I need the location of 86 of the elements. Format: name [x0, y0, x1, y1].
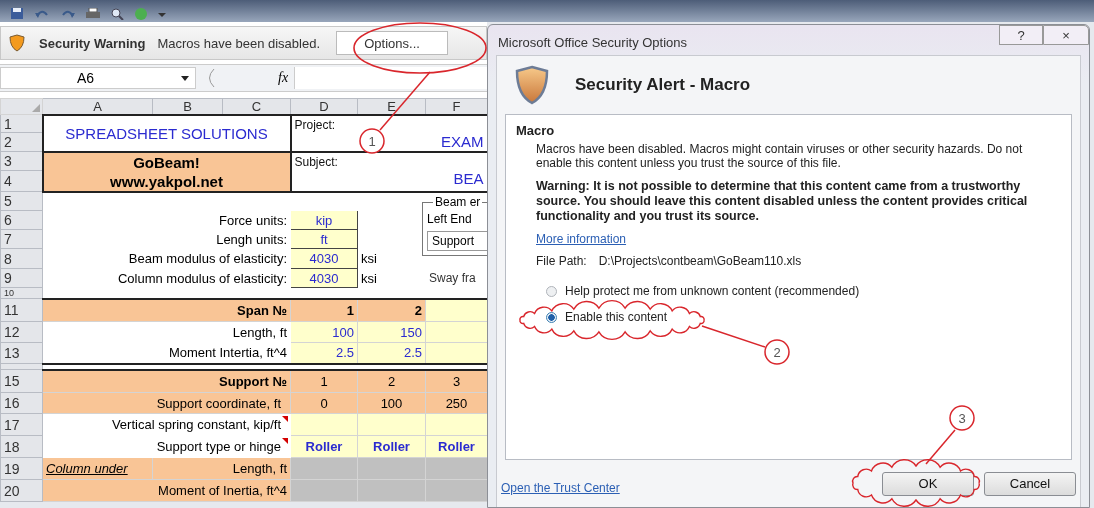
- span-header: Span №: [237, 302, 287, 318]
- unit-label: Column modulus of elasticity:: [117, 270, 287, 286]
- row-header[interactable]: 11: [0, 298, 43, 322]
- file-path: D:\Projects\contbeam\GoBeam110.xls: [598, 254, 802, 268]
- options-button[interactable]: Options...: [336, 31, 449, 55]
- website-url: www.yakpol.net: [109, 171, 224, 190]
- security-warning-title: Security Warning: [39, 35, 146, 51]
- function-label[interactable]: fx: [278, 70, 289, 86]
- column-header[interactable]: E: [357, 98, 426, 115]
- caret-icon[interactable]: [181, 75, 189, 81]
- more-information-link[interactable]: More information: [536, 232, 627, 246]
- sway-label: Sway fra: [429, 271, 476, 285]
- security-warning-message: Macros have been disabled.: [157, 35, 321, 51]
- cancel-button[interactable]: Cancel: [984, 471, 1076, 496]
- section-title: Macro: [516, 123, 556, 138]
- table-cell: [425, 298, 488, 322]
- project-name: EXAM: [441, 133, 484, 150]
- table-cell: 2: [357, 298, 426, 322]
- row-label: Support type or hinge: [156, 439, 281, 454]
- shield-icon: [515, 65, 549, 105]
- redo-icon[interactable]: [60, 8, 76, 20]
- column-header[interactable]: A: [42, 98, 153, 115]
- row-header[interactable]: 3: [0, 151, 43, 171]
- row-header[interactable]: 4: [0, 171, 43, 192]
- row-label: Moment Intertia, ft^4: [168, 345, 287, 361]
- step-number-marker: 1: [359, 128, 385, 154]
- shield-icon: [9, 34, 25, 52]
- row-label: Length, ft: [232, 324, 287, 340]
- row-header[interactable]: 15: [0, 369, 43, 393]
- leader-line: [701, 325, 766, 348]
- row-header[interactable]: 8: [0, 248, 43, 269]
- description-text: Macros have been disabled. Macros might contain viruses or other security hazards. Do not enable this content unless you trust the source of this file.: [536, 142, 1024, 170]
- undo-icon[interactable]: [34, 8, 50, 20]
- name-box[interactable]: A6: [0, 67, 196, 89]
- row-header[interactable]: 17: [0, 413, 43, 436]
- step-number-marker: 3: [949, 405, 975, 431]
- row-header[interactable]: 18: [0, 435, 43, 458]
- subject-name: BEA: [453, 170, 484, 188]
- table-cell: 1: [290, 298, 358, 322]
- table-cell: 2: [357, 369, 426, 393]
- unit-label: Force units:: [219, 212, 287, 228]
- unit-label: Lengh units:: [216, 231, 287, 247]
- row-header[interactable]: 12: [0, 321, 43, 343]
- project-label: Project:: [294, 118, 336, 134]
- row-header[interactable]: 13: [0, 342, 43, 364]
- save-icon[interactable]: [10, 8, 24, 20]
- ok-button[interactable]: OK: [882, 471, 974, 496]
- printer-icon[interactable]: [86, 8, 100, 20]
- trust-center-link[interactable]: Open the Trust Center: [501, 480, 620, 495]
- table-cell: 3: [425, 369, 488, 393]
- window-title: Microsoft Office Security Options: [498, 35, 688, 50]
- subject-label: Subject:: [294, 155, 338, 171]
- formula-input[interactable]: [294, 67, 487, 89]
- column-header[interactable]: B: [152, 98, 223, 115]
- column-under-label: Column under: [46, 461, 128, 476]
- support-header: Support №: [219, 373, 287, 389]
- unit-text: ksi: [361, 251, 377, 266]
- row-header[interactable]: 10: [0, 287, 43, 299]
- row-header[interactable]: 16: [0, 392, 43, 414]
- row-label: Support coordinate, ft: [156, 395, 281, 411]
- unit-text: ksi: [361, 270, 377, 286]
- row-label: Vertical spring constant, kip/ft: [111, 417, 281, 432]
- row-label: Length, ft: [232, 461, 287, 476]
- row-header[interactable]: 19: [0, 457, 43, 480]
- column-header[interactable]: F: [425, 98, 488, 115]
- file-path-label: File Path:: [536, 254, 587, 268]
- step-number-marker: 2: [764, 339, 790, 365]
- unit-label: Beam modulus of elasticity:: [128, 251, 287, 266]
- warning-text: Warning: It is not possible to determine that this content came from a trustworthy source. You should leave this content disabled unless the content provides critical functionality and you trust its source.: [536, 179, 1029, 224]
- row-header[interactable]: 20: [0, 479, 43, 502]
- table-cell: 1: [290, 369, 358, 393]
- help-button[interactable]: ?: [999, 25, 1043, 45]
- close-button[interactable]: ×: [1043, 25, 1089, 45]
- group-box-legend: Beam er: [433, 195, 483, 209]
- program-name: GoBeam!: [132, 153, 201, 172]
- leader-line: [925, 429, 956, 465]
- dialog-heading: Security Alert - Macro: [575, 75, 751, 95]
- left-end-label: Left End: [427, 212, 473, 225]
- company-name: SPREADSHEET SOLUTIONS: [65, 124, 268, 142]
- column-header[interactable]: C: [222, 98, 291, 115]
- radio-option[interactable]: Help protect me from unknown content (recommended): [546, 284, 860, 298]
- magnifier-icon[interactable]: [110, 8, 124, 20]
- column-header[interactable]: D: [290, 98, 358, 115]
- radio-option[interactable]: Enable this content: [546, 310, 668, 324]
- leader-line: [379, 71, 431, 131]
- row-label: Moment of Inertia, ft^4: [158, 483, 287, 498]
